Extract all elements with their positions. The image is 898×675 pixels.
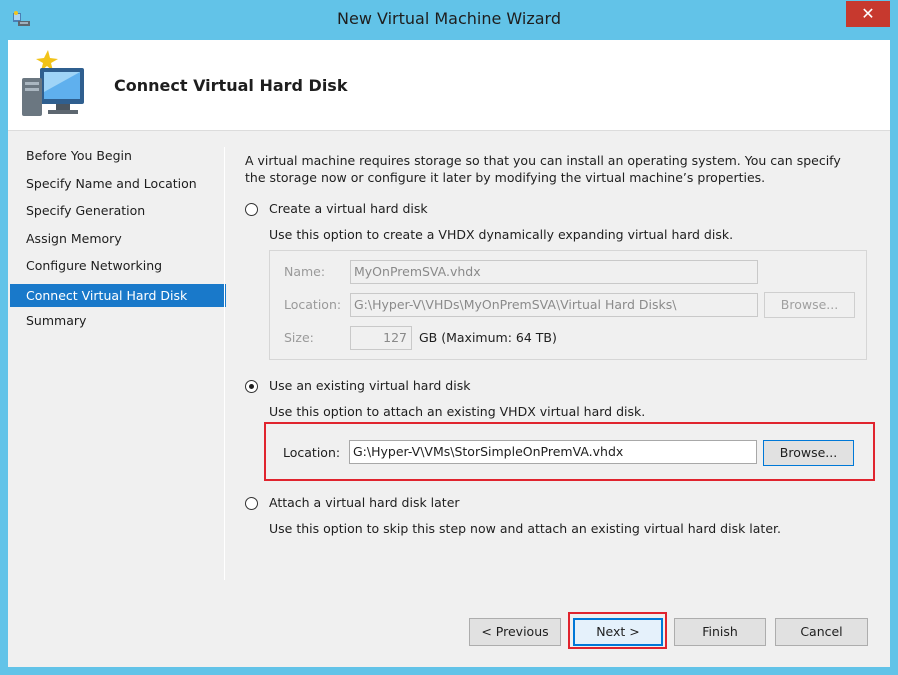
close-button[interactable]: ✕	[846, 1, 890, 27]
page-title: Connect Virtual Hard Disk	[114, 76, 348, 95]
vhd-name-label: Name:	[284, 264, 326, 279]
nav-item-before-you-begin[interactable]: Before You Begin	[8, 144, 226, 172]
title-bar: New Virtual Machine Wizard ✕	[0, 0, 898, 40]
create-vhd-description: Use this option to create a VHDX dynamic…	[269, 227, 734, 242]
vhd-size-label: Size:	[284, 330, 314, 345]
vhd-browse-button-disabled[interactable]: Browse...	[764, 292, 855, 318]
intro-text: A virtual machine requires storage so th…	[245, 153, 841, 185]
create-vhd-group: Name: MyOnPremSVA.vhdx Location: G:\Hype…	[269, 250, 867, 360]
nav-item-summary[interactable]: Summary	[8, 309, 226, 337]
vhd-location-label: Location:	[284, 297, 342, 312]
existing-location-label: Location:	[283, 445, 341, 460]
previous-button[interactable]: < Previous	[469, 618, 561, 646]
nav-divider	[224, 147, 225, 580]
attach-later-description: Use this option to skip this step now an…	[269, 521, 781, 536]
attach-later-radio[interactable]	[245, 497, 258, 510]
nav-item-assign-memory[interactable]: Assign Memory	[8, 227, 226, 255]
existing-vhd-description: Use this option to attach an existing VH…	[269, 404, 646, 419]
nav-item-specify-name-and-location[interactable]: Specify Name and Location	[8, 172, 226, 200]
existing-vhd-option[interactable]: Use an existing virtual hard disk	[245, 378, 545, 396]
next-button[interactable]: Next >	[573, 618, 663, 646]
nav-item-specify-generation[interactable]: Specify Generation	[8, 199, 226, 227]
finish-button[interactable]: Finish	[674, 618, 766, 646]
existing-vhd-label[interactable]: Use an existing virtual hard disk	[269, 378, 470, 393]
create-vhd-option[interactable]: Create a virtual hard disk	[245, 201, 545, 219]
existing-location-field[interactable]: G:\Hyper-V\VMs\StorSimpleOnPremVA.vhdx	[349, 440, 757, 464]
nav-item-configure-networking[interactable]: Configure Networking	[8, 254, 226, 282]
window-title: New Virtual Machine Wizard	[337, 9, 561, 28]
cancel-button[interactable]: Cancel	[775, 618, 868, 646]
existing-vhd-radio[interactable]	[245, 380, 258, 393]
new-virtual-machine-icon	[22, 50, 84, 116]
wizard-main-panel: A virtual machine requires storage so th…	[245, 152, 885, 536]
vhd-location-field[interactable]: G:\Hyper-V\VHDs\MyOnPremSVA\Virtual Hard…	[350, 293, 758, 317]
create-vhd-radio[interactable]	[245, 203, 258, 216]
vhd-name-field[interactable]: MyOnPremSVA.vhdx	[350, 260, 758, 284]
nav-item-connect-virtual-hard-disk[interactable]: Connect Virtual Hard Disk	[10, 283, 226, 307]
wizard-client-area: Connect Virtual Hard Disk Before You Beg…	[8, 40, 890, 667]
existing-browse-button[interactable]: Browse...	[763, 440, 854, 466]
attach-later-label[interactable]: Attach a virtual hard disk later	[269, 495, 460, 510]
create-vhd-label[interactable]: Create a virtual hard disk	[269, 201, 428, 216]
wizard-header: Connect Virtual Hard Disk	[8, 40, 890, 131]
attach-later-option[interactable]: Attach a virtual hard disk later	[245, 495, 545, 513]
vhd-size-unit: GB (Maximum: 64 TB)	[419, 330, 557, 345]
wizard-steps-nav: Before You Begin Specify Name and Locati…	[8, 144, 226, 337]
vhd-size-field[interactable]: 127	[350, 326, 412, 350]
